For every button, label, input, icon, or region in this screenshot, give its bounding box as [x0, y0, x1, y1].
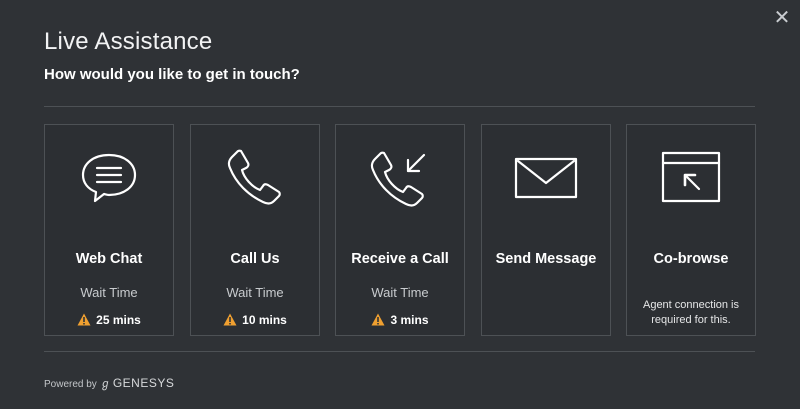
- option-label: Co-browse: [653, 251, 729, 267]
- powered-by: Powered by ℊ GENESYS: [44, 375, 174, 391]
- option-note: Agent connection is required for this.: [642, 299, 739, 326]
- dialog-title: Live Assistance: [44, 28, 213, 55]
- brand-name: GENESYS: [112, 376, 175, 390]
- option-receive-a-call[interactable]: Receive a Call Wait Time 3 mins: [335, 124, 465, 336]
- phone-incoming-icon: [370, 151, 426, 207]
- option-web-chat[interactable]: Web Chat Wait Time 25 mins: [44, 124, 174, 336]
- chat-bubble-icon: [81, 153, 137, 203]
- option-send-message[interactable]: Send Message: [481, 124, 611, 336]
- option-label: Web Chat: [75, 251, 143, 267]
- envelope-icon: [514, 157, 578, 199]
- powered-by-label: Powered by: [44, 379, 97, 390]
- wait-minutes: 10 mins: [242, 313, 287, 327]
- close-icon[interactable]: ✕: [772, 8, 792, 28]
- wait-minutes: 3 mins: [390, 313, 429, 327]
- dialog-subtitle: How would you like to get in touch?: [44, 66, 300, 83]
- phone-icon: [227, 149, 281, 205]
- wait-time-label: Wait Time: [371, 285, 429, 300]
- wait-time-value: 10 mins: [191, 313, 319, 327]
- wait-time-value: 25 mins: [45, 313, 173, 327]
- option-label: Send Message: [495, 251, 597, 267]
- option-label: Call Us: [230, 251, 280, 267]
- warning-icon: [77, 313, 91, 326]
- wait-time-value: 3 mins: [336, 313, 464, 327]
- warning-icon: [223, 313, 237, 326]
- wait-time-label: Wait Time: [226, 285, 284, 300]
- divider-bottom: [44, 351, 755, 352]
- cobrowse-window-icon: [661, 151, 721, 203]
- option-call-us[interactable]: Call Us Wait Time 10 mins: [190, 124, 320, 336]
- contact-options: Web Chat Wait Time 25 mins Call Us Wait …: [44, 124, 756, 336]
- divider-top: [44, 106, 755, 107]
- wait-time-label: Wait Time: [80, 285, 138, 300]
- option-label: Receive a Call: [351, 251, 449, 267]
- genesys-logo-icon: ℊ: [99, 378, 111, 390]
- warning-icon: [371, 313, 385, 326]
- wait-minutes: 25 mins: [96, 313, 141, 327]
- option-co-browse[interactable]: Co-browse Agent connection is required f…: [626, 124, 756, 336]
